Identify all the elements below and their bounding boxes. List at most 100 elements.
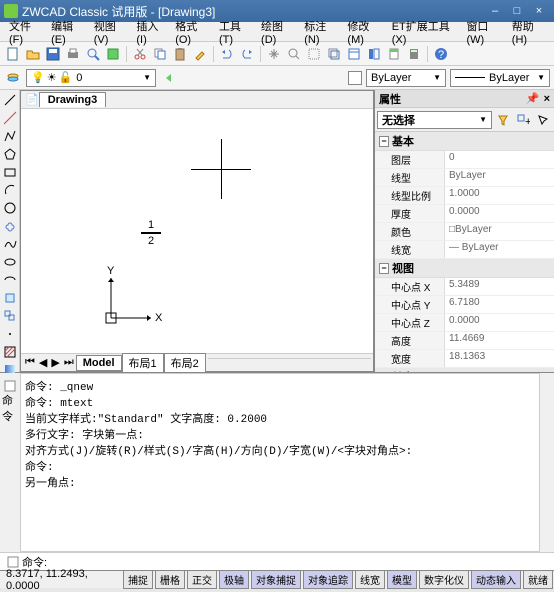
calc-icon[interactable]: [405, 45, 423, 63]
toolpalette-icon[interactable]: [385, 45, 403, 63]
command-log[interactable]: 命令: _qnew 命令: mtext 当前文字样式:"Standard" 文字…: [20, 373, 540, 552]
status-polar[interactable]: 极轴: [219, 570, 249, 589]
tab-model[interactable]: Model: [76, 355, 122, 371]
canvas[interactable]: 1 2 X Y: [21, 109, 373, 353]
menu-file[interactable]: 文件(F): [4, 18, 46, 46]
layer-combo[interactable]: 💡 ☀ 🔓 0 ▼: [26, 69, 156, 87]
svg-text:+: +: [525, 116, 530, 127]
tab-first-icon[interactable]: ⏮: [23, 356, 37, 369]
menu-modify[interactable]: 修改(M): [342, 18, 386, 46]
open-icon[interactable]: [24, 45, 42, 63]
polygon-icon[interactable]: [2, 146, 18, 162]
ellipse-icon[interactable]: [2, 254, 18, 270]
drawing-viewport: 📄 Drawing3 1 2 X Y ⏮ ◀ ▶: [20, 90, 374, 372]
pickadd-icon[interactable]: +: [514, 111, 532, 129]
status-snap[interactable]: 捕捉: [123, 570, 153, 589]
tab-layout1[interactable]: 布局1: [122, 353, 164, 373]
insert-icon[interactable]: [2, 290, 18, 306]
status-lwt[interactable]: 线宽: [355, 570, 385, 589]
pin-icon[interactable]: 📌: [526, 92, 540, 105]
status-dyn[interactable]: 动态输入: [471, 570, 521, 589]
menu-dimension[interactable]: 标注(N): [299, 18, 342, 46]
polyline-icon[interactable]: [2, 128, 18, 144]
properties-toolbar: 无选择▼ +: [375, 108, 554, 132]
new-icon[interactable]: [4, 45, 22, 63]
fraction-bar: [141, 232, 161, 234]
menu-tools[interactable]: 工具(T): [214, 18, 256, 46]
properties-icon[interactable]: [345, 45, 363, 63]
revcloud-icon[interactable]: [2, 218, 18, 234]
status-ortho[interactable]: 正交: [187, 570, 217, 589]
status-osnap[interactable]: 对象捕捉: [251, 570, 301, 589]
menu-window[interactable]: 窗口(W): [461, 18, 506, 46]
selection-combo[interactable]: 无选择▼: [377, 111, 492, 129]
status-tablet[interactable]: 数字化仪: [419, 570, 469, 589]
properties-grid[interactable]: −基本 图层0 线型ByLayer 线型比例1.0000 厚度0.0000 颜色…: [375, 132, 554, 372]
circle-icon[interactable]: [2, 200, 18, 216]
undo-icon[interactable]: [218, 45, 236, 63]
print-icon[interactable]: [64, 45, 82, 63]
xline-icon[interactable]: [2, 110, 18, 126]
tab-prev-icon[interactable]: ◀: [37, 356, 49, 369]
designcenter-icon[interactable]: [365, 45, 383, 63]
menu-bar: 文件(F) 编辑(E) 视图(V) 插入(I) 格式(O) 工具(T) 绘图(D…: [0, 22, 554, 42]
line-icon[interactable]: [2, 92, 18, 108]
layer-icon[interactable]: [4, 69, 22, 87]
menu-ettools[interactable]: ET扩展工具(X): [387, 18, 462, 46]
command-panel: 命令 命令: _qnew 命令: mtext 当前文字样式:"Standard"…: [0, 372, 554, 552]
menu-draw[interactable]: 绘图(D): [256, 18, 299, 46]
hatch-icon[interactable]: [2, 344, 18, 360]
status-otrack[interactable]: 对象追踪: [303, 570, 353, 589]
menu-format[interactable]: 格式(O): [170, 18, 214, 46]
rectangle-icon[interactable]: [2, 164, 18, 180]
tab-last-icon[interactable]: ⏭: [62, 356, 76, 369]
match-icon[interactable]: [191, 45, 209, 63]
cmd-pin-icon[interactable]: 命令: [1, 399, 19, 417]
command-sidebar: 命令: [0, 373, 20, 552]
tab-next-icon[interactable]: ▶: [49, 356, 61, 369]
menu-edit[interactable]: 编辑(E): [46, 18, 89, 46]
preview-icon[interactable]: [84, 45, 102, 63]
zoom-prev-icon[interactable]: [325, 45, 343, 63]
axis-y-label: Y: [107, 265, 115, 277]
cat-view[interactable]: −视图: [375, 259, 554, 278]
tab-layout2[interactable]: 布局2: [164, 353, 206, 373]
panel-close-icon[interactable]: ×: [544, 93, 550, 105]
save-icon[interactable]: [44, 45, 62, 63]
color-swatch[interactable]: [348, 71, 362, 85]
copy-icon[interactable]: [151, 45, 169, 63]
command-input[interactable]: [47, 556, 550, 568]
scrollbar[interactable]: [540, 373, 554, 552]
menu-help[interactable]: 帮助(H): [507, 18, 550, 46]
zoom-window-icon[interactable]: [305, 45, 323, 63]
quickselect-icon[interactable]: [494, 111, 512, 129]
toolbar-draw: A: [0, 90, 20, 372]
cut-icon[interactable]: [131, 45, 149, 63]
help-icon[interactable]: ?: [432, 45, 450, 63]
color-combo[interactable]: ByLayer▼: [366, 69, 446, 87]
ellipsearc-icon[interactable]: [2, 272, 18, 288]
menu-insert[interactable]: 插入(I): [131, 18, 170, 46]
main-area: A 📄 Drawing3 1 2 X Y: [0, 90, 554, 372]
app-logo-icon: [4, 4, 18, 18]
arc-icon[interactable]: [2, 182, 18, 198]
drawing-tab[interactable]: Drawing3: [39, 92, 107, 107]
selectobj-icon[interactable]: [534, 111, 552, 129]
paste-icon[interactable]: [171, 45, 189, 63]
spline-icon[interactable]: [2, 236, 18, 252]
cat-misc[interactable]: −其它: [375, 368, 554, 372]
menu-view[interactable]: 视图(V): [89, 18, 132, 46]
cat-basic[interactable]: −基本: [375, 132, 554, 151]
point-icon[interactable]: [2, 326, 18, 342]
toolbar-standard: ?: [0, 42, 554, 66]
block-icon[interactable]: [2, 308, 18, 324]
pan-icon[interactable]: [265, 45, 283, 63]
zoom-icon[interactable]: [285, 45, 303, 63]
publish-icon[interactable]: [104, 45, 122, 63]
linetype-combo[interactable]: ByLayer▼: [450, 69, 550, 87]
redo-icon[interactable]: [238, 45, 256, 63]
status-grid[interactable]: 栅格: [155, 570, 185, 589]
layer-prev-icon[interactable]: [160, 69, 178, 87]
svg-text:?: ?: [438, 49, 444, 61]
status-model[interactable]: 模型: [387, 570, 417, 589]
